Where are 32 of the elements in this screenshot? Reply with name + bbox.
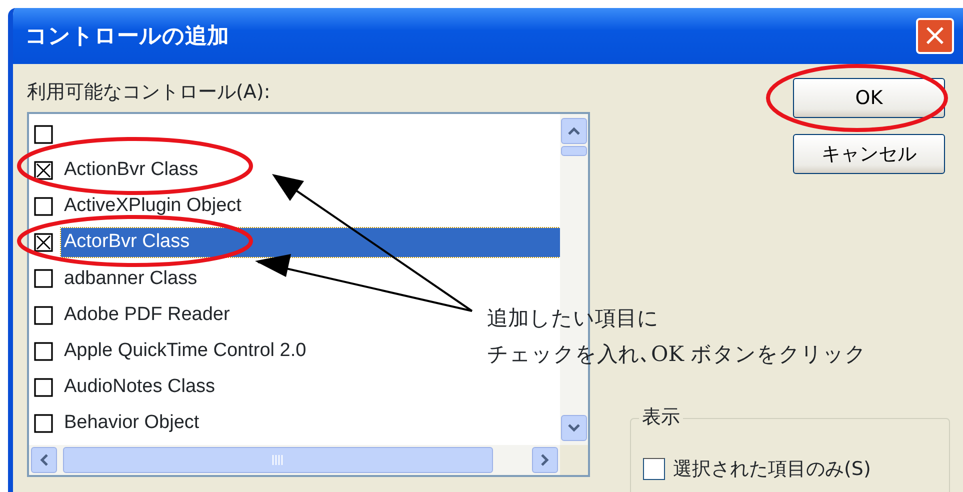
- close-button[interactable]: ×: [916, 18, 954, 54]
- list-item[interactable]: ActorBvr Class: [60, 228, 560, 257]
- list-item[interactable]: adbanner Class: [61, 264, 200, 294]
- checkbox[interactable]: [34, 233, 53, 252]
- list-item[interactable]: Apple QuickTime Control 2.0: [61, 336, 310, 366]
- list-item[interactable]: Behavior Object: [61, 409, 202, 438]
- window-title: コントロールの追加: [25, 22, 229, 50]
- scroll-thumb[interactable]: [63, 447, 493, 473]
- checkbox[interactable]: [34, 196, 53, 216]
- checkbox[interactable]: [34, 269, 53, 288]
- checkbox[interactable]: [34, 378, 53, 397]
- checkbox[interactable]: [34, 306, 53, 325]
- checkbox[interactable]: [34, 414, 53, 434]
- grip-icon: [272, 455, 284, 465]
- scrollbar-corner: [560, 445, 588, 475]
- checkbox[interactable]: [34, 342, 53, 361]
- ok-button[interactable]: OK: [793, 78, 945, 118]
- list-item[interactable]: Adobe PDF Reader: [61, 300, 233, 330]
- checkbox[interactable]: [34, 160, 53, 180]
- scroll-down-button[interactable]: [561, 415, 587, 441]
- scroll-up-button[interactable]: [561, 118, 587, 144]
- checkbox-label: 選択された項目のみ(S): [673, 457, 871, 482]
- list-item[interactable]: AudioNotes Class: [61, 373, 218, 402]
- scroll-thumb[interactable]: [561, 146, 587, 156]
- list-item[interactable]: ActiveXPlugin Object: [61, 192, 244, 221]
- scroll-left-button[interactable]: [31, 447, 57, 473]
- scroll-right-button[interactable]: [532, 447, 558, 473]
- cancel-button[interactable]: キャンセル: [793, 134, 945, 174]
- checkbox[interactable]: [34, 124, 53, 144]
- list-label: 利用可能なコントロール(A):: [27, 81, 270, 103]
- checkbox[interactable]: [643, 458, 665, 480]
- list-item[interactable]: ActionBvr Class: [61, 156, 202, 185]
